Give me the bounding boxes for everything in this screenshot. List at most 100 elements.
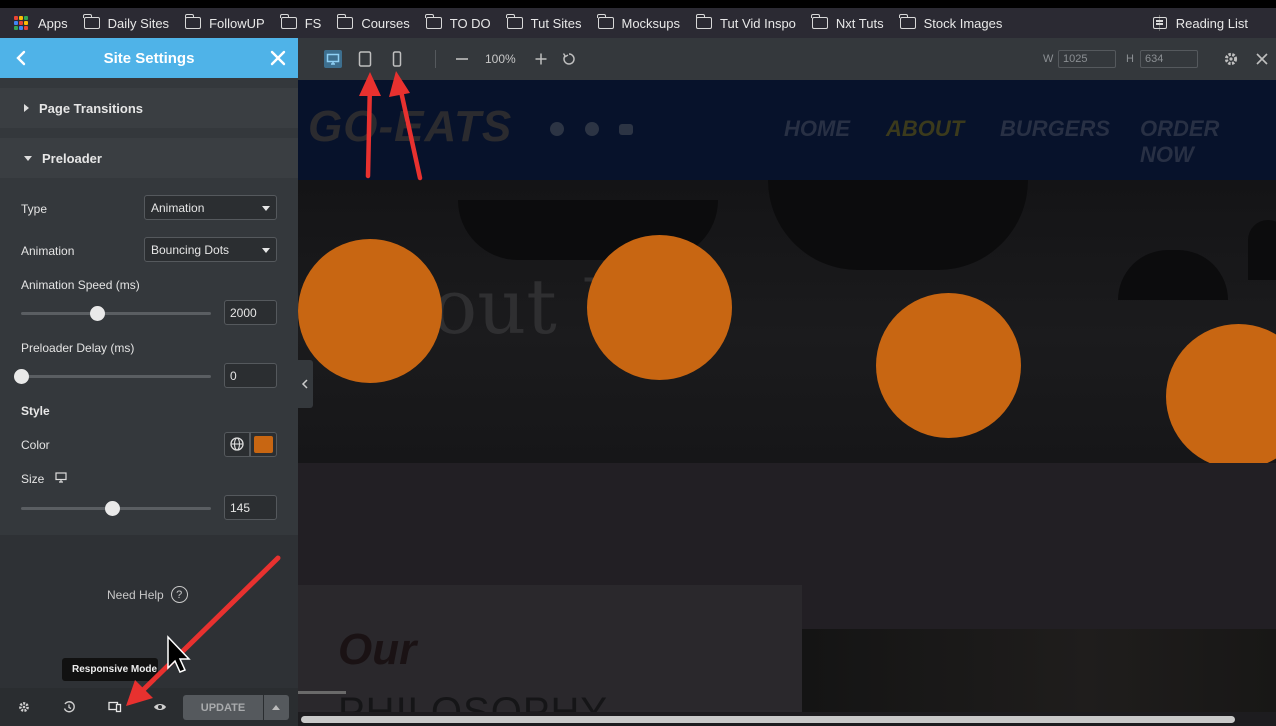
twitter-icon[interactable] bbox=[585, 122, 599, 136]
zoom-out-icon[interactable] bbox=[453, 50, 471, 68]
desktop-device-icon[interactable] bbox=[324, 50, 342, 68]
history-icon[interactable] bbox=[62, 700, 76, 714]
animation-label: Animation bbox=[21, 244, 75, 258]
section-label: Page Transitions bbox=[39, 100, 144, 116]
type-label: Type bbox=[21, 202, 48, 216]
height-label: H bbox=[1126, 53, 1134, 65]
update-options-button[interactable] bbox=[264, 695, 289, 720]
animation-select-value: Bouncing Dots bbox=[151, 243, 230, 257]
dropdown-arrow-icon bbox=[262, 248, 270, 253]
bookmark-folder-daily-sites[interactable]: Daily Sites bbox=[83, 14, 169, 31]
bookmark-apps[interactable]: Apps bbox=[14, 16, 68, 31]
preloader-delay-slider[interactable] bbox=[14, 369, 211, 384]
bookmark-label: TO DO bbox=[449, 15, 491, 31]
responsive-mode-tooltip: Responsive Mode bbox=[62, 658, 158, 681]
folder-icon bbox=[506, 14, 523, 29]
preloader-dot bbox=[876, 293, 1021, 438]
desktop-icon[interactable] bbox=[55, 472, 67, 483]
bookmarks-bar: Apps Daily Sites FollowUP FS Courses TO … bbox=[0, 8, 1276, 38]
pendant-lamp bbox=[768, 180, 1028, 270]
bookmark-label: Tut Sites bbox=[530, 15, 582, 31]
reading-list-label: Reading List bbox=[1175, 15, 1248, 31]
zoom-in-icon[interactable] bbox=[532, 50, 550, 68]
bookmark-folder-tut-sites[interactable]: Tut Sites bbox=[506, 14, 582, 31]
preview-eye-icon[interactable] bbox=[153, 700, 167, 714]
reading-list-icon bbox=[1152, 17, 1167, 29]
animation-select[interactable]: Bouncing Dots bbox=[144, 237, 277, 262]
color-swatch bbox=[254, 436, 273, 453]
bookmark-label: Courses bbox=[361, 15, 410, 31]
type-select[interactable]: Animation bbox=[144, 195, 277, 220]
horizontal-scrollbar[interactable] bbox=[298, 712, 1276, 726]
bookmark-folder-stock-images[interactable]: Stock Images bbox=[899, 14, 1002, 31]
bookmark-folder-tut-vid-inspo[interactable]: Tut Vid Inspo bbox=[695, 14, 796, 31]
settings-gear-icon[interactable] bbox=[1222, 50, 1240, 68]
responsive-mode-icon[interactable] bbox=[108, 700, 122, 714]
reading-list-button[interactable]: Reading List bbox=[1152, 8, 1248, 38]
site-logo[interactable]: GO-EATS bbox=[308, 102, 512, 152]
nav-about[interactable]: ABOUT bbox=[886, 116, 964, 142]
zoom-level: 100% bbox=[485, 52, 516, 66]
preloader-delay-input[interactable]: 0 bbox=[224, 363, 277, 388]
folder-icon bbox=[184, 14, 202, 29]
folder-icon bbox=[811, 14, 828, 29]
section-page-transitions[interactable]: Page Transitions bbox=[0, 88, 298, 128]
globe-icon bbox=[230, 437, 244, 451]
scrollbar-thumb[interactable] bbox=[301, 716, 1235, 723]
section-preloader[interactable]: Preloader bbox=[0, 138, 298, 178]
global-colors-button[interactable] bbox=[224, 432, 250, 457]
slider-handle[interactable] bbox=[90, 306, 105, 321]
color-picker[interactable] bbox=[250, 432, 277, 457]
bookmark-folder-courses[interactable]: Courses bbox=[336, 14, 410, 31]
type-select-value: Animation bbox=[151, 201, 205, 215]
need-help-link[interactable]: Need Help ? bbox=[107, 586, 188, 603]
bookmark-folder-fs[interactable]: FS bbox=[280, 14, 321, 31]
size-slider[interactable] bbox=[21, 501, 211, 516]
collapse-panel-button[interactable] bbox=[298, 360, 313, 408]
caret-right-icon bbox=[24, 104, 29, 112]
settings-gear-icon[interactable] bbox=[17, 700, 31, 714]
bookmark-label: Mocksups bbox=[621, 15, 681, 31]
width-input[interactable]: 1025 bbox=[1058, 50, 1116, 68]
nav-home[interactable]: HOME bbox=[784, 116, 850, 142]
apps-grid-icon bbox=[14, 16, 28, 30]
youtube-icon[interactable] bbox=[619, 124, 633, 135]
reset-zoom-icon[interactable] bbox=[560, 50, 578, 68]
chevron-left-icon bbox=[301, 379, 308, 389]
facebook-icon[interactable] bbox=[550, 122, 564, 136]
style-heading: Style bbox=[21, 404, 50, 418]
mobile-device-icon[interactable] bbox=[388, 50, 406, 68]
bookmark-folder-nxt-tuts[interactable]: Nxt Tuts bbox=[811, 14, 884, 31]
size-input[interactable]: 145 bbox=[224, 495, 277, 520]
slider-handle[interactable] bbox=[105, 501, 121, 516]
dropdown-arrow-icon bbox=[262, 206, 270, 211]
preloader-dot bbox=[587, 235, 732, 380]
pendant-lamp bbox=[1118, 250, 1228, 300]
bookmark-label: Apps bbox=[38, 15, 68, 31]
animation-speed-input[interactable]: 2000 bbox=[224, 300, 277, 325]
close-icon[interactable] bbox=[1253, 50, 1271, 68]
tablet-device-icon[interactable] bbox=[356, 50, 374, 68]
bookmark-folder-mocksups[interactable]: Mocksups bbox=[597, 14, 681, 31]
preloader-delay-label: Preloader Delay (ms) bbox=[21, 341, 135, 355]
pendant-lamp bbox=[1248, 220, 1276, 280]
animation-speed-slider[interactable] bbox=[21, 306, 211, 321]
height-input[interactable]: 634 bbox=[1140, 50, 1198, 68]
bookmark-folder-followup[interactable]: FollowUP bbox=[184, 14, 265, 31]
back-arrow-icon[interactable] bbox=[14, 50, 28, 66]
nav-burgers[interactable]: BURGERS bbox=[1000, 116, 1110, 142]
nav-order-now[interactable]: ORDER NOW bbox=[1140, 116, 1276, 168]
preloader-dot bbox=[298, 239, 442, 383]
preview-canvas: GO-EATS HOME ABOUT BURGERS ORDER NOW Abo… bbox=[298, 80, 1276, 726]
folder-icon bbox=[83, 14, 100, 29]
close-icon[interactable] bbox=[270, 50, 286, 66]
our-heading: Our bbox=[338, 625, 417, 674]
bookmark-label: Tut Vid Inspo bbox=[720, 15, 796, 31]
responsive-toolbar: 100% W 1025 H 634 bbox=[298, 38, 1276, 80]
slider-handle[interactable] bbox=[14, 369, 29, 384]
bookmark-label: FollowUP bbox=[209, 15, 265, 31]
folder-icon bbox=[336, 14, 354, 29]
folder-icon bbox=[425, 14, 442, 29]
bookmark-folder-todo[interactable]: TO DO bbox=[425, 14, 491, 31]
update-button[interactable]: UPDATE bbox=[183, 695, 263, 720]
